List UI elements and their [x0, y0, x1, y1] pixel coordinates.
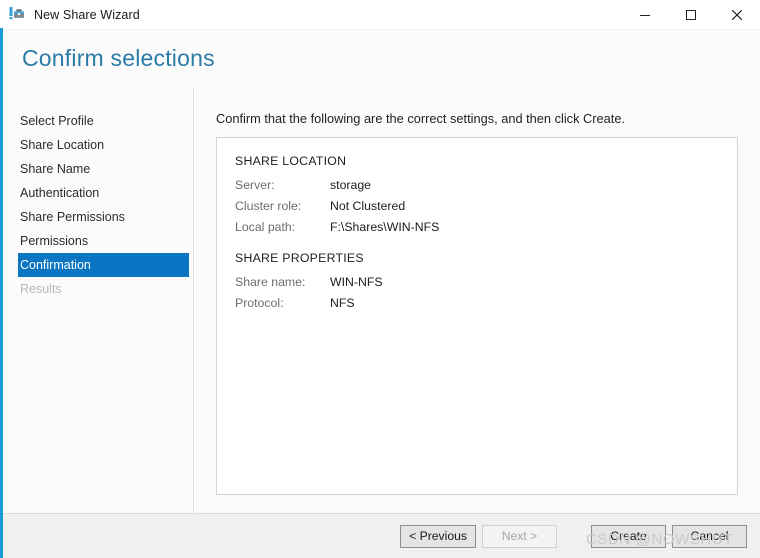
detail-row-share-name: Share name: WIN-NFS [233, 271, 737, 292]
next-button: Next > [482, 525, 557, 548]
confirm-details-panel: SHARE LOCATION Server: storage Cluster r… [216, 137, 738, 495]
wizard-body: Select Profile Share Location Share Name… [0, 87, 760, 513]
maximize-button[interactable] [668, 0, 714, 29]
close-icon [731, 9, 743, 21]
sidebar-item-permissions[interactable]: Permissions [18, 229, 189, 253]
share-name-label: Share name: [233, 275, 330, 289]
cluster-role-value: Not Clustered [330, 199, 405, 213]
page-title: Confirm selections [22, 45, 215, 72]
sidebar-item-select-profile[interactable]: Select Profile [18, 109, 189, 133]
instruction-text: Confirm that the following are the corre… [216, 111, 738, 126]
share-location-section: SHARE LOCATION Server: storage Cluster r… [233, 154, 737, 237]
sidebar-item-authentication[interactable]: Authentication [18, 181, 189, 205]
wizard-footer: < Previous Next > Create Cancel [0, 513, 760, 558]
server-label: Server: [233, 178, 330, 192]
close-button[interactable] [714, 0, 760, 29]
title-bar-left: New Share Wizard [0, 6, 140, 23]
page-header: Confirm selections [0, 29, 760, 87]
sidebar-item-share-permissions[interactable]: Share Permissions [18, 205, 189, 229]
sidebar-item-results: Results [18, 277, 189, 301]
cancel-button[interactable]: Cancel [672, 525, 747, 548]
window-title: New Share Wizard [34, 8, 140, 22]
server-value: storage [330, 178, 371, 192]
share-name-value: WIN-NFS [330, 275, 383, 289]
share-wizard-icon [9, 6, 26, 23]
share-location-section-title: SHARE LOCATION [233, 154, 737, 168]
minimize-icon [639, 9, 651, 21]
title-bar: New Share Wizard [0, 0, 760, 29]
window-accent-bar [0, 28, 3, 558]
share-properties-section: SHARE PROPERTIES Share name: WIN-NFS Pro… [233, 251, 737, 313]
previous-button[interactable]: < Previous [400, 525, 476, 548]
sidebar-item-share-location[interactable]: Share Location [18, 133, 189, 157]
cluster-role-label: Cluster role: [233, 199, 330, 213]
sidebar-item-confirmation[interactable]: Confirmation [18, 253, 189, 277]
detail-row-server: Server: storage [233, 174, 737, 195]
window-controls [622, 0, 760, 29]
wizard-step-nav: Select Profile Share Location Share Name… [0, 87, 194, 513]
protocol-value: NFS [330, 296, 355, 310]
share-properties-section-title: SHARE PROPERTIES [233, 251, 737, 265]
sidebar-item-share-name[interactable]: Share Name [18, 157, 189, 181]
detail-row-cluster-role: Cluster role: Not Clustered [233, 195, 737, 216]
detail-row-local-path: Local path: F:\Shares\WIN-NFS [233, 216, 737, 237]
new-share-wizard-window: New Share Wizard Confirm selec [0, 0, 760, 558]
local-path-label: Local path: [233, 220, 330, 234]
maximize-icon [685, 9, 697, 21]
local-path-value: F:\Shares\WIN-NFS [330, 220, 439, 234]
detail-row-protocol: Protocol: NFS [233, 292, 737, 313]
minimize-button[interactable] [622, 0, 668, 29]
protocol-label: Protocol: [233, 296, 330, 310]
wizard-content: Confirm that the following are the corre… [194, 87, 760, 513]
create-button[interactable]: Create [591, 525, 666, 548]
